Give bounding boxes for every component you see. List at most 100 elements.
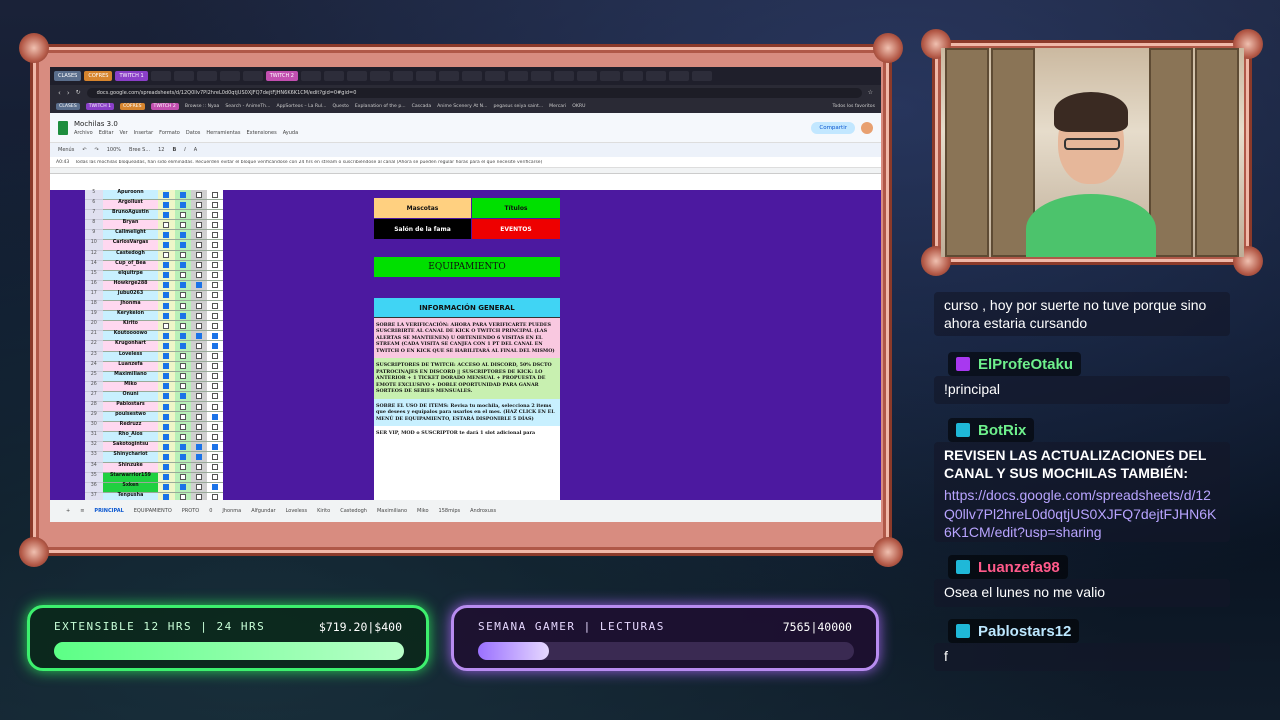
row-number[interactable]: 25: [85, 371, 103, 382]
checkbox[interactable]: [179, 393, 186, 400]
row-number[interactable]: 12: [85, 250, 103, 261]
checkbox[interactable]: [163, 191, 170, 198]
undo-icon[interactable]: ↶: [82, 147, 86, 153]
avatar[interactable]: [861, 121, 873, 134]
sheet-tab[interactable]: EQUIPAMIENTO: [134, 508, 172, 514]
formula-input[interactable]: Todas las mochilas bloqueadas, han sido …: [75, 160, 542, 165]
checkbox[interactable]: [195, 443, 202, 450]
menu-extensiones[interactable]: Extensiones: [246, 130, 276, 136]
checkbox[interactable]: [211, 262, 218, 269]
tab-clases[interactable]: CLASES: [54, 71, 82, 81]
checkbox[interactable]: [211, 332, 218, 339]
browser-tab[interactable]: [300, 71, 321, 81]
sheet-tab[interactable]: 158mips: [439, 508, 461, 514]
browser-tab[interactable]: [323, 71, 344, 81]
row-number[interactable]: 31: [85, 432, 103, 443]
checkbox[interactable]: [179, 292, 186, 299]
browser-tab[interactable]: [173, 71, 194, 81]
checkbox[interactable]: [163, 312, 170, 319]
checkbox[interactable]: [163, 453, 170, 460]
browser-tab[interactable]: [668, 71, 689, 81]
font-select[interactable]: Bree S...: [129, 147, 150, 153]
row-number[interactable]: 35: [85, 472, 103, 483]
bookmark-item[interactable]: CLASES: [56, 103, 80, 110]
cell-reference[interactable]: A0:43: [56, 160, 69, 165]
row-number[interactable]: 28: [85, 401, 103, 413]
checkbox[interactable]: [195, 363, 202, 370]
checkbox[interactable]: [179, 231, 186, 238]
sheet-tab[interactable]: Miko: [417, 508, 428, 514]
member-name[interactable]: Shinzuke: [102, 462, 159, 473]
bookmark-item[interactable]: pegasus seiya saint...: [493, 104, 543, 109]
sheet-tab[interactable]: Androxuss: [470, 508, 496, 514]
sheet-tab-principal[interactable]: PRINCIPAL: [94, 508, 123, 514]
sheet-tab[interactable]: Alfgundar: [251, 508, 275, 514]
checkbox[interactable]: [163, 282, 170, 289]
row-number[interactable]: 10: [85, 240, 103, 251]
sheet-tab[interactable]: Jhonma: [222, 508, 241, 514]
checkbox[interactable]: [195, 332, 202, 339]
checkbox[interactable]: [163, 231, 170, 238]
checkbox[interactable]: [163, 342, 170, 349]
row-number[interactable]: 27: [85, 391, 103, 402]
checkbox[interactable]: [195, 423, 202, 430]
checkbox[interactable]: [179, 211, 186, 218]
menu-ver[interactable]: Ver: [120, 130, 128, 136]
browser-tab[interactable]: [461, 71, 482, 81]
checkbox[interactable]: [195, 342, 202, 349]
checkbox[interactable]: [211, 353, 218, 360]
checkbox[interactable]: [179, 383, 186, 390]
checkbox[interactable]: [211, 403, 218, 410]
row-number[interactable]: 5: [85, 190, 103, 201]
checkbox[interactable]: [211, 211, 218, 218]
checkbox[interactable]: [195, 252, 202, 259]
row-number[interactable]: 30: [85, 422, 103, 433]
checkbox[interactable]: [163, 252, 170, 259]
member-name[interactable]: Loveless: [102, 351, 159, 362]
checkbox[interactable]: [195, 484, 202, 491]
checkbox[interactable]: [195, 383, 202, 390]
member-name[interactable]: Howkrge288: [102, 280, 159, 291]
checkbox[interactable]: [195, 201, 202, 208]
checkbox[interactable]: [179, 201, 186, 208]
checkbox[interactable]: [195, 453, 202, 460]
member-name[interactable]: Koutoooowo: [102, 331, 159, 342]
equipamiento-button[interactable]: EQUIPAMIENTO: [374, 257, 560, 277]
italic-icon[interactable]: I: [184, 147, 185, 153]
reload-icon[interactable]: ↻: [76, 89, 81, 96]
browser-tab[interactable]: [622, 71, 643, 81]
sheet-tab[interactable]: PROTO: [182, 508, 199, 514]
member-name[interactable]: Rho_Aios: [102, 432, 159, 443]
checkbox[interactable]: [163, 474, 170, 481]
font-size-input[interactable]: 12: [158, 147, 164, 153]
chat-link[interactable]: https://docs.google.com/spreadsheets/d/1…: [934, 486, 1230, 545]
checkbox[interactable]: [179, 322, 186, 329]
checkbox[interactable]: [211, 413, 218, 420]
member-name[interactable]: Kerykeion: [102, 311, 159, 322]
sheet-tab[interactable]: Loveless: [286, 508, 307, 514]
checkbox[interactable]: [195, 393, 202, 400]
checkbox[interactable]: [195, 292, 202, 299]
checkbox[interactable]: [195, 413, 202, 420]
browser-tab[interactable]: [553, 71, 574, 81]
checkbox[interactable]: [179, 332, 186, 339]
checkbox[interactable]: [195, 322, 202, 329]
checkbox[interactable]: [195, 191, 202, 198]
browser-tab[interactable]: [507, 71, 528, 81]
checkbox[interactable]: [179, 363, 186, 370]
checkbox[interactable]: [179, 413, 186, 420]
browser-tab[interactable]: [219, 71, 240, 81]
checkbox[interactable]: [195, 272, 202, 279]
checkbox[interactable]: [163, 272, 170, 279]
checkbox[interactable]: [163, 464, 170, 471]
member-name[interactable]: Sakotogintsu: [102, 442, 159, 453]
browser-tab[interactable]: [415, 71, 436, 81]
checkbox[interactable]: [163, 221, 170, 228]
checkbox[interactable]: [179, 464, 186, 471]
checkbox[interactable]: [211, 423, 218, 430]
document-title[interactable]: Mochilas 3.0: [74, 120, 298, 128]
checkbox[interactable]: [211, 292, 218, 299]
member-name[interactable]: Sxken: [102, 482, 159, 493]
checkbox[interactable]: [179, 191, 186, 198]
bookmark-item[interactable]: COFRES: [120, 103, 145, 110]
